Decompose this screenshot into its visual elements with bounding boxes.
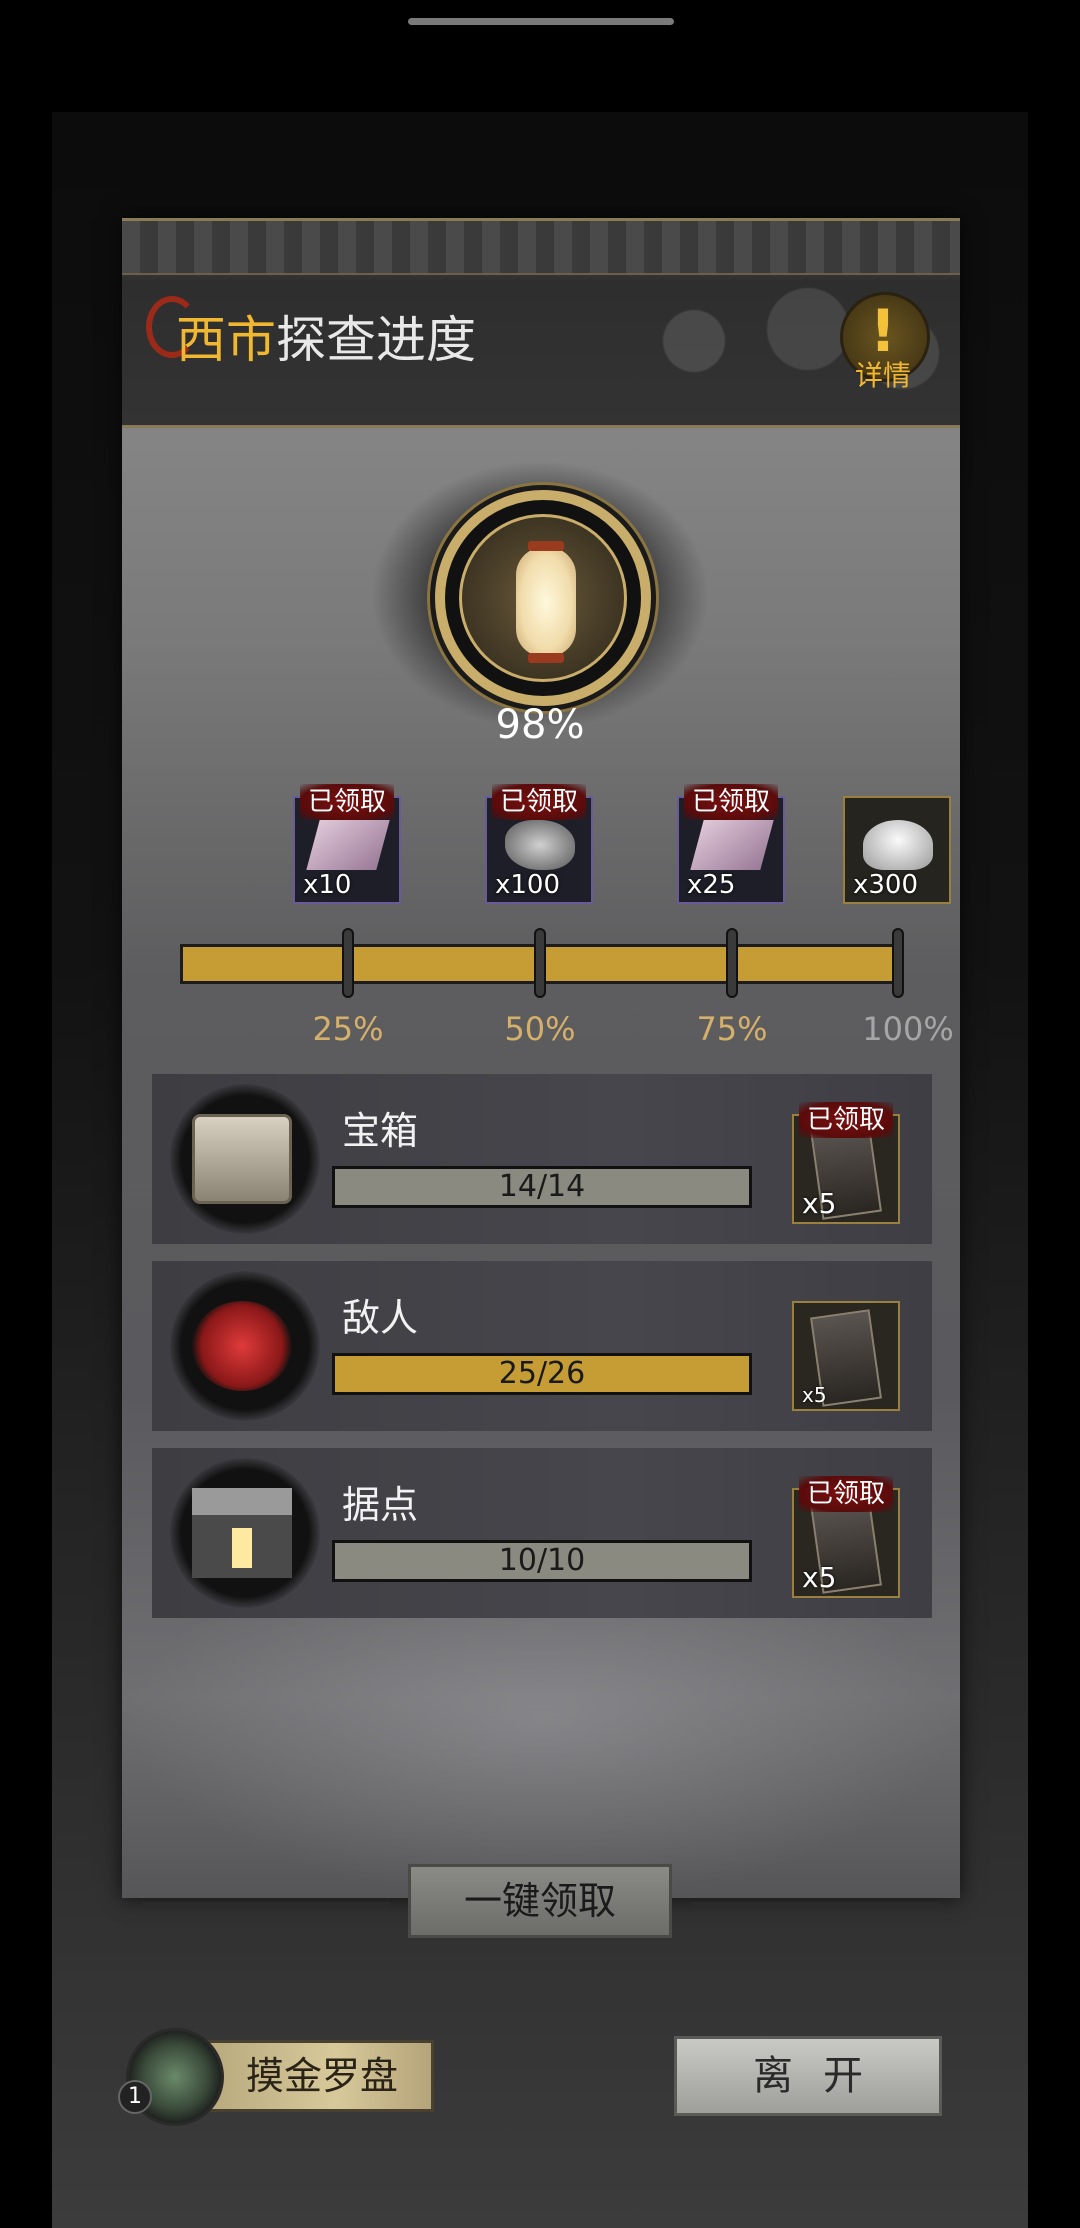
reward-qty: x300	[853, 870, 919, 900]
task-progress-text: 14/14	[498, 1169, 586, 1204]
milestone-reward-25[interactable]: x10 已领取	[293, 784, 401, 904]
leave-button[interactable]: 离开	[674, 2036, 942, 2116]
compass-button[interactable]: 摸金罗盘	[190, 2040, 434, 2112]
overall-progress-percent: 98%	[495, 702, 585, 748]
task-reward[interactable]: x5 已领取	[792, 1102, 900, 1224]
claimed-tag: 已领取	[299, 784, 395, 820]
claimed-tag: 已领取	[491, 784, 587, 820]
task-row-strongholds: 据点 10/10 x5 已领取	[152, 1448, 932, 1618]
ore-chunk-icon	[505, 820, 575, 870]
emblem-inner	[459, 514, 627, 682]
details-label: 详情	[854, 359, 911, 392]
milestone-label: 75%	[696, 1010, 768, 1048]
reward-qty: x25	[687, 870, 736, 900]
panel-mist	[122, 1600, 960, 1900]
milestone-marker	[726, 928, 738, 998]
milestone-marker	[534, 928, 546, 998]
milestone-reward-75[interactable]: x25 已领取	[677, 784, 785, 904]
task-row-enemies: 敌人 25/26 x5	[152, 1261, 932, 1431]
purple-ingot-icon	[690, 820, 774, 870]
claimed-tag: 已领取	[798, 1476, 894, 1512]
claim-all-button[interactable]: 一键领取	[408, 1864, 672, 1938]
purple-ingot-icon	[306, 820, 390, 870]
task-progress-bar: 10/10	[332, 1540, 752, 1582]
compass-count-badge: 1	[118, 2080, 152, 2114]
system-gesture-bar	[408, 18, 674, 25]
milestone-label: 50%	[504, 1010, 576, 1048]
treasure-chest-icon	[192, 1114, 292, 1204]
claimed-tag: 已领取	[683, 784, 779, 820]
stronghold-icon	[192, 1488, 292, 1578]
milestone-label: 100%	[862, 1010, 954, 1048]
task-row-chests: 宝箱 14/14 x5 已领取	[152, 1074, 932, 1244]
reward-qty: x5	[802, 1561, 837, 1594]
page-title: 西市探查进度	[176, 310, 476, 370]
title-text: 探查进度	[276, 311, 476, 369]
milestone-reward-50[interactable]: x100 已领取	[485, 784, 593, 904]
task-name: 敌人	[342, 1296, 419, 1340]
milestone-marker	[342, 928, 354, 998]
claimed-tag: 已领取	[798, 1102, 894, 1138]
reward-qty: x5	[802, 1187, 837, 1220]
header-ornament-band	[122, 221, 960, 275]
lantern-icon	[516, 541, 576, 663]
milestone-reward-100[interactable]: x300	[843, 796, 951, 904]
task-reward[interactable]: x5 已领取	[792, 1476, 900, 1598]
milestone-marker	[892, 928, 904, 998]
task-name: 据点	[342, 1483, 419, 1527]
task-progress-bar: 14/14	[332, 1166, 752, 1208]
lantern-emblem	[435, 490, 651, 706]
divider-left	[142, 1902, 390, 1906]
title-location: 西市	[176, 311, 276, 369]
silver-ingot-icon	[863, 820, 933, 870]
details-button[interactable]: ! 详情	[838, 292, 930, 400]
task-reward[interactable]: x5	[792, 1301, 900, 1411]
reward-qty: x10	[303, 870, 352, 900]
divider-right	[692, 1902, 940, 1906]
task-progress-text: 25/26	[498, 1356, 586, 1391]
task-progress-text: 10/10	[498, 1543, 586, 1578]
task-progress-bar: 25/26	[332, 1353, 752, 1395]
milestone-label: 25%	[312, 1010, 384, 1048]
task-name: 宝箱	[342, 1109, 419, 1153]
reward-qty: x100	[495, 870, 561, 900]
enemy-skull-icon	[192, 1301, 292, 1391]
reward-qty: x5	[802, 1383, 827, 1407]
